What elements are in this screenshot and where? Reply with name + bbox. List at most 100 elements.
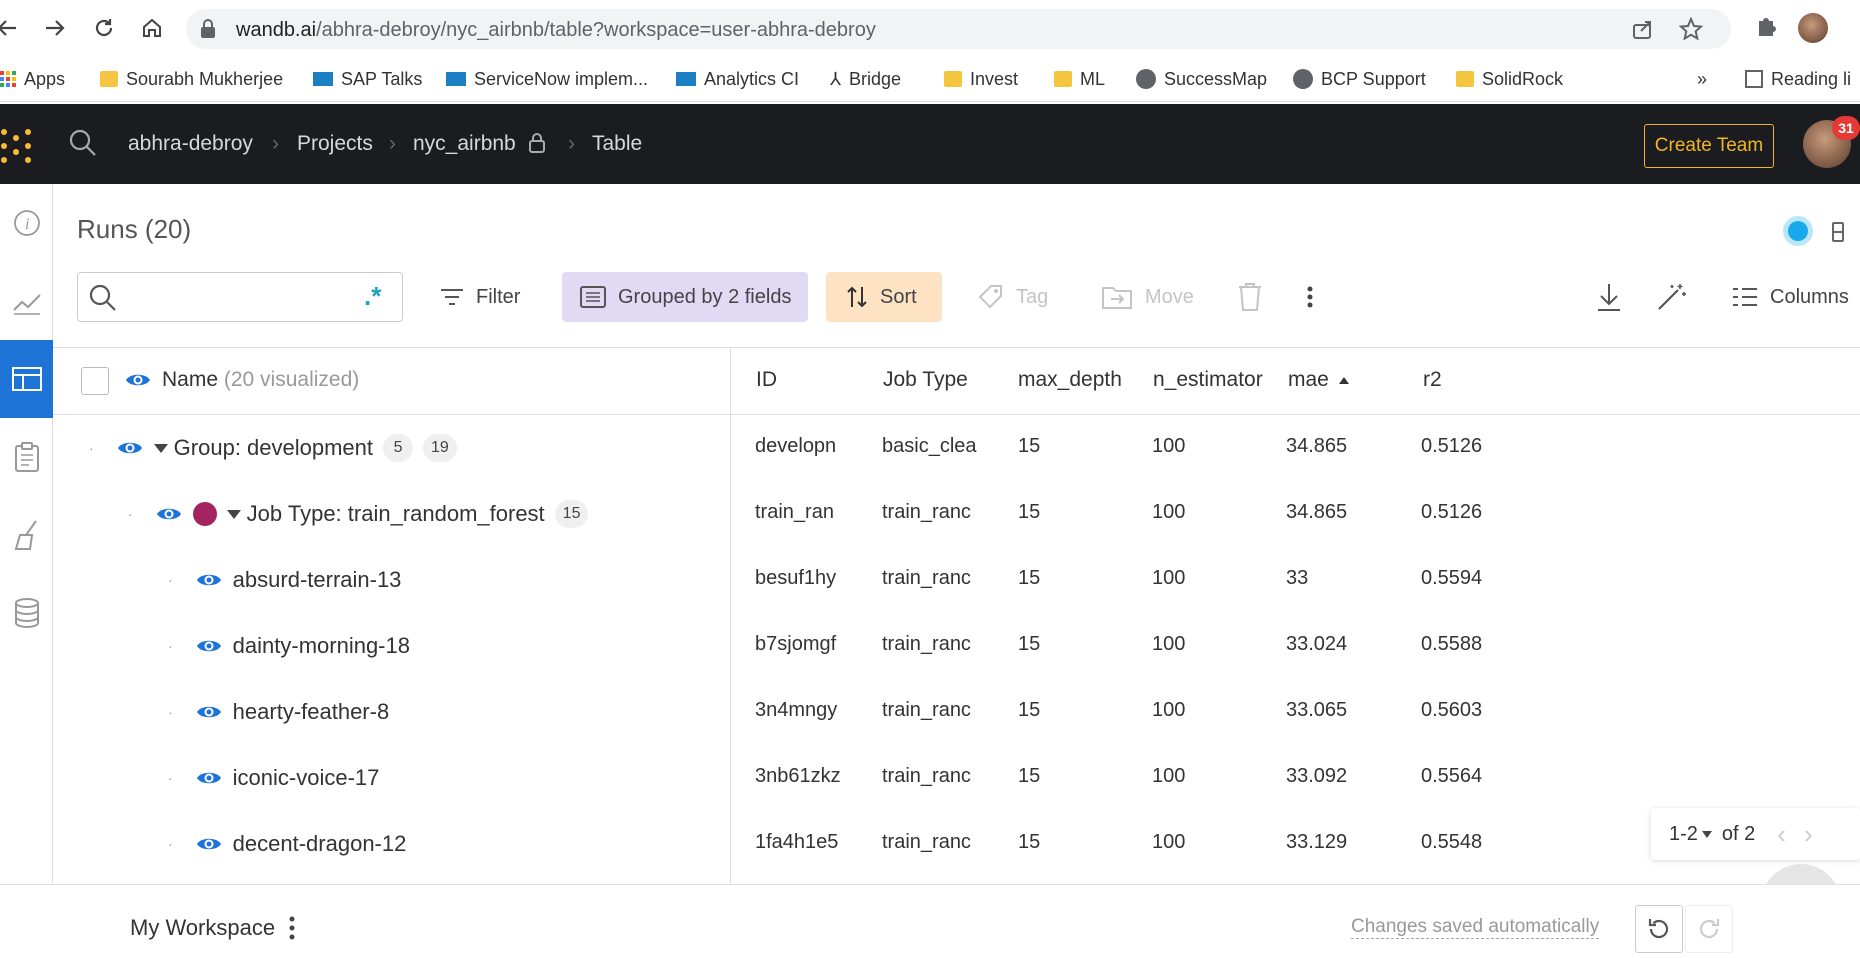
eye-icon[interactable] [195, 568, 223, 592]
download-button[interactable] [1596, 272, 1622, 322]
runs-search-input[interactable]: .* [77, 272, 403, 322]
tag-button[interactable]: Tag [978, 272, 1048, 322]
cell-mae: 33.092 [1286, 765, 1348, 787]
eye-icon[interactable] [124, 368, 152, 392]
column-header-max-depth[interactable]: max_depth [1018, 368, 1136, 392]
sort-button[interactable]: Sort [826, 272, 942, 322]
bookmark-bridge[interactable]: ⅄ Bridge [830, 66, 901, 92]
cell-mae: 33 [1286, 567, 1309, 589]
regex-toggle[interactable]: .* [364, 281, 381, 312]
lock-icon [200, 19, 216, 39]
folder-icon [100, 71, 118, 87]
bookmark-invest[interactable]: Invest [944, 66, 1018, 92]
group-button[interactable]: Grouped by 2 fields [562, 272, 808, 322]
address-bar[interactable]: wandb.ai/abhra-debroy/nyc_airbnb/table?w… [186, 9, 1731, 49]
name-column-header[interactable]: Name (20 visualized) [162, 368, 359, 392]
broom-icon [12, 519, 42, 551]
eye-icon[interactable] [155, 502, 183, 526]
more-actions-button[interactable] [1306, 272, 1314, 322]
table-row[interactable]: · dainty-morning-18 b7sjomgf train_ranc … [53, 613, 1860, 679]
undo-icon [1646, 916, 1672, 942]
bookmark-successmap[interactable]: SuccessMap [1136, 66, 1267, 92]
more-bookmarks-button[interactable]: » [1697, 66, 1707, 92]
sweeps-nav[interactable] [0, 496, 53, 574]
artifacts-nav[interactable] [0, 574, 53, 652]
column-header-job-type[interactable]: Job Type [883, 368, 995, 392]
reports-nav[interactable] [0, 418, 53, 496]
share-icon[interactable] [1631, 17, 1655, 41]
home-icon[interactable] [137, 13, 167, 43]
run-name-link[interactable]: absurd-terrain-13 [233, 567, 402, 593]
column-header-mae[interactable]: mae [1288, 368, 1406, 392]
bookmark-bcp[interactable]: BCP Support [1293, 66, 1426, 92]
eye-icon[interactable] [195, 832, 223, 856]
live-status-indicator[interactable] [1783, 216, 1813, 246]
redo-button[interactable] [1685, 905, 1733, 953]
table-nav[interactable] [0, 340, 53, 418]
forward-icon[interactable] [40, 13, 70, 43]
move-button[interactable]: Move [1101, 272, 1194, 322]
eye-icon[interactable] [195, 700, 223, 724]
column-header-id[interactable]: ID [756, 368, 856, 392]
breadcrumb-projects[interactable]: Projects [297, 132, 373, 156]
filter-button[interactable]: Filter [440, 272, 520, 322]
bookmark-analytics[interactable]: Analytics CI [676, 66, 799, 92]
chevron-down-icon[interactable] [226, 509, 241, 519]
bookmark-apps[interactable]: Apps [0, 66, 65, 92]
table-row[interactable]: · absurd-terrain-13 besuf1hy train_ranc … [53, 547, 1860, 613]
extensions-icon[interactable] [1753, 13, 1783, 43]
more-vertical-icon[interactable] [288, 915, 296, 941]
bookmark-sourabh[interactable]: Sourabh Mukherjee [100, 66, 283, 92]
create-team-button[interactable]: Create Team [1644, 124, 1774, 168]
folder-icon [1054, 71, 1072, 87]
columns-button[interactable]: Columns [1732, 272, 1849, 322]
group-row-development[interactable]: · Group: development 5 19 developn basic… [53, 415, 1860, 481]
cell-r2: 0.5564 [1421, 765, 1483, 787]
cell-mae: 33.024 [1286, 633, 1348, 655]
profile-avatar[interactable] [1798, 13, 1828, 43]
breadcrumb-table[interactable]: Table [592, 132, 642, 156]
back-icon[interactable] [0, 13, 22, 43]
run-name-link[interactable]: decent-dragon-12 [233, 831, 407, 857]
breadcrumb-user[interactable]: abhra-debroy [128, 132, 253, 156]
undo-button[interactable] [1635, 905, 1683, 953]
column-header-n-estimators[interactable]: n_estimator [1153, 368, 1271, 392]
run-name-link[interactable]: dainty-morning-18 [233, 633, 410, 659]
group-row-job-type[interactable]: · Job Type: train_random_forest 15 train… [53, 481, 1860, 547]
charts-nav[interactable] [0, 262, 53, 340]
table-row[interactable]: · hearty-feather-8 3n4mngy train_ranc 15… [53, 679, 1860, 745]
eye-icon[interactable] [116, 436, 144, 460]
run-name-link[interactable]: hearty-feather-8 [233, 699, 390, 725]
chevron-left-icon[interactable]: ‹ [1777, 819, 1786, 850]
bookmark-sap-talks[interactable]: SAP Talks [313, 66, 422, 92]
cell-mae: 33.129 [1286, 831, 1348, 853]
bookmark-servicenow[interactable]: ServiceNow implem... [446, 66, 648, 92]
panel-layout-icon[interactable] [1830, 220, 1846, 244]
workspace-name[interactable]: My Workspace [130, 915, 275, 941]
table-row[interactable]: · decent-dragon-12 1fa4h1e5 train_ranc 1… [53, 811, 1860, 877]
eye-icon[interactable] [195, 634, 223, 658]
reload-icon[interactable] [89, 13, 119, 43]
run-name-link[interactable]: iconic-voice-17 [233, 765, 380, 791]
bookmark-ml[interactable]: ML [1054, 66, 1105, 92]
page-range-select[interactable]: 1-2 [1669, 823, 1712, 846]
run-color-swatch[interactable] [192, 502, 217, 526]
bookmark-solidrock[interactable]: SolidRock [1456, 66, 1563, 92]
chevron-down-icon[interactable] [153, 443, 168, 453]
column-header-r2[interactable]: r2 [1423, 368, 1523, 392]
search-icon[interactable] [68, 128, 98, 158]
star-icon[interactable] [1679, 17, 1703, 41]
wandb-logo[interactable] [0, 126, 36, 166]
columns-icon [1732, 286, 1758, 308]
chevron-right-icon[interactable]: › [1804, 819, 1813, 850]
eye-icon[interactable] [195, 766, 223, 790]
select-all-checkbox[interactable] [81, 367, 109, 395]
breadcrumb-project[interactable]: nyc_airbnb [413, 132, 516, 156]
delete-button[interactable] [1238, 272, 1262, 322]
reading-list-button[interactable]: Reading li [1745, 66, 1851, 92]
cell-n-estimators: 100 [1152, 765, 1186, 787]
overview-nav[interactable]: i [0, 184, 53, 262]
table-row[interactable]: · iconic-voice-17 3nb61zkz train_ranc 15… [53, 745, 1860, 811]
cell-n-estimators: 100 [1152, 435, 1186, 457]
auto-visualize-button[interactable] [1656, 272, 1688, 322]
